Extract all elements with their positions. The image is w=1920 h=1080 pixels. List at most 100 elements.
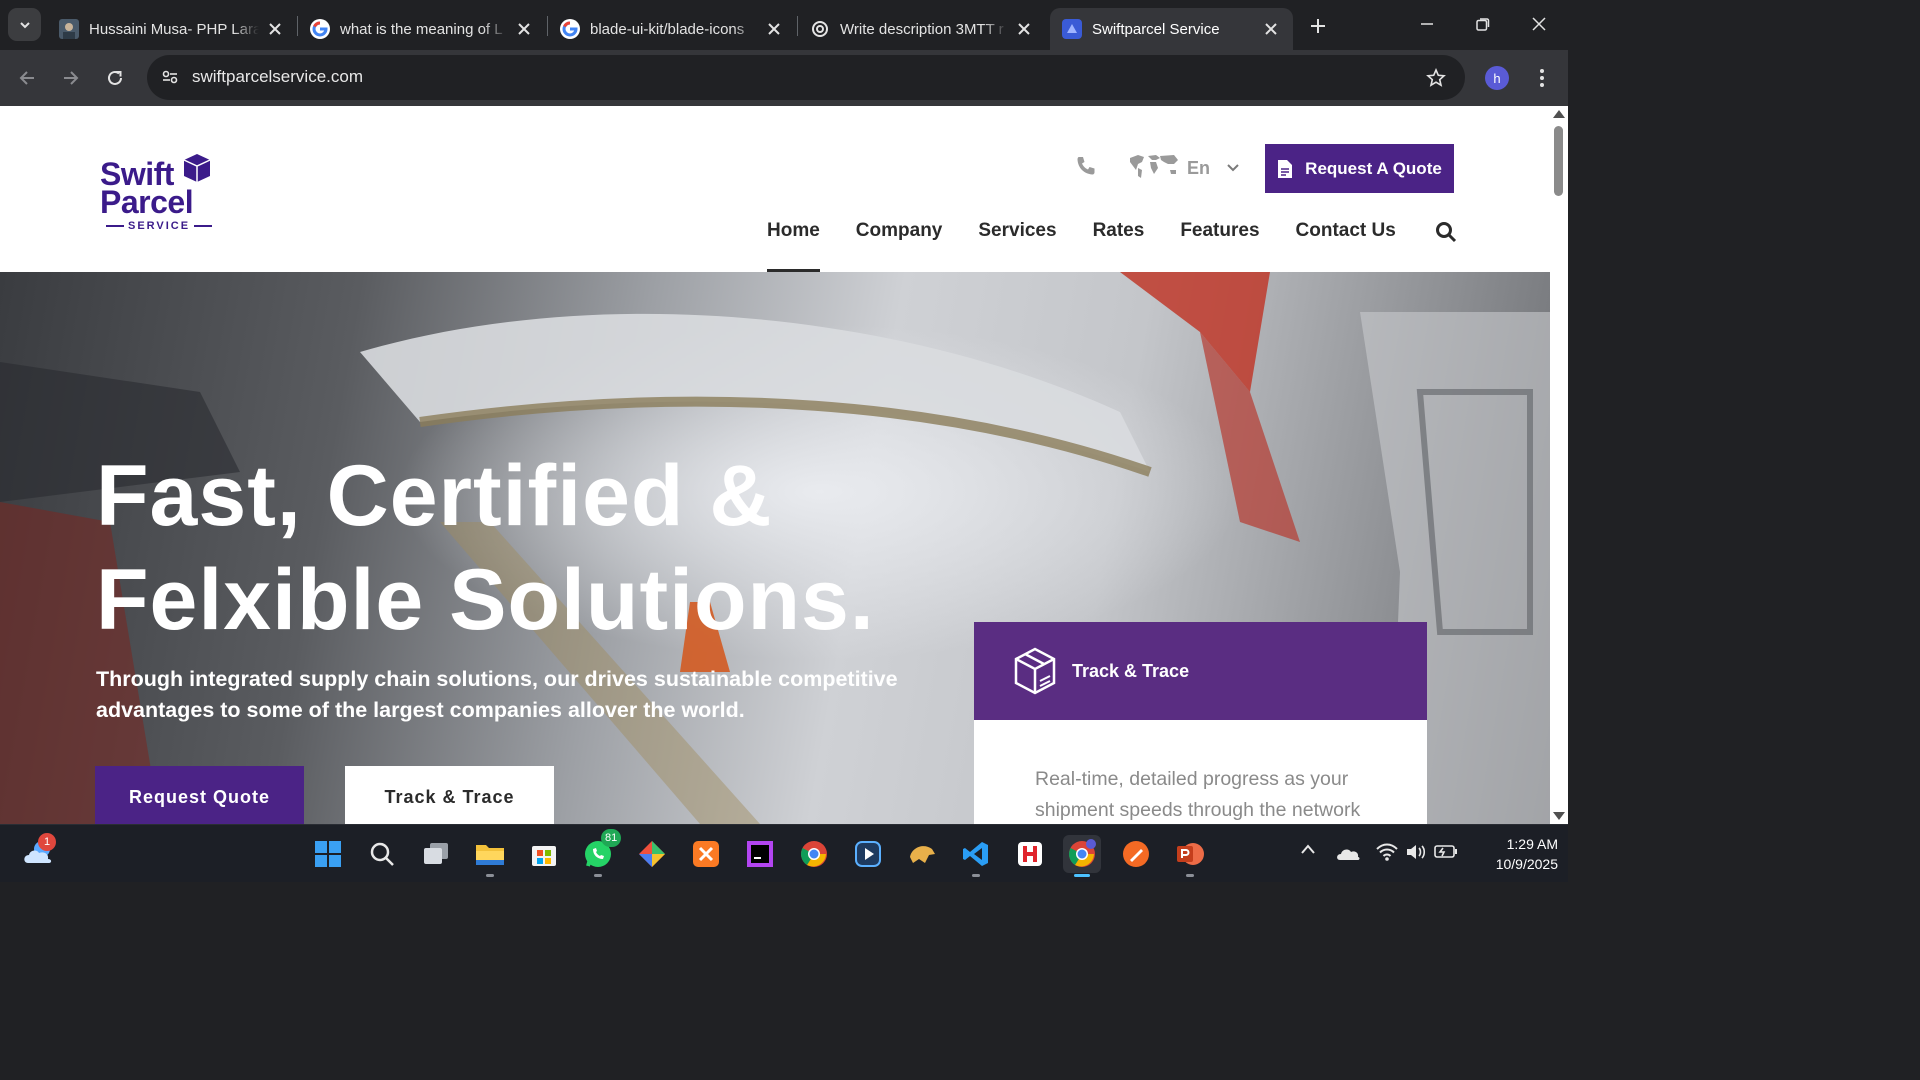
kebab-menu-icon <box>1540 69 1544 87</box>
hero-section: Fast, Certified & Felxible Solutions. Th… <box>0 272 1550 824</box>
close-icon[interactable] <box>1261 19 1281 39</box>
git-button[interactable] <box>633 835 671 873</box>
minimize-icon <box>1421 23 1433 25</box>
taskbar-search-button[interactable] <box>363 835 401 873</box>
browser-menu-button[interactable] <box>1530 66 1554 90</box>
browser-tab-3[interactable]: blade-ui-kit/blade-icons <box>548 8 796 50</box>
browser-tab-1[interactable]: Hussaini Musa- PHP Lara <box>47 8 297 50</box>
browser-toolbar: swiftparcelservice.com <box>0 50 1568 106</box>
battery-icon[interactable] <box>1434 843 1458 859</box>
hero-title-line-2: Felxible Solutions. <box>96 552 875 648</box>
tab-title: Swiftparcel Service <box>1092 20 1220 38</box>
show-hidden-icons-button[interactable] <box>1300 843 1316 855</box>
url-text: swiftparcelservice.com <box>192 67 363 86</box>
volume-icon[interactable] <box>1405 843 1427 861</box>
vscode-icon <box>963 842 988 866</box>
package-box-icon <box>1014 647 1056 695</box>
brush-app-button[interactable] <box>1117 835 1155 873</box>
chrome-active-button[interactable] <box>1063 835 1101 877</box>
new-tab-button[interactable] <box>1304 12 1332 40</box>
dbeaver-button[interactable] <box>903 835 941 873</box>
file-explorer-icon <box>476 845 504 865</box>
page-viewport: Swift Parcel SERVICE En Request A Quote … <box>0 106 1550 824</box>
nav-item-home[interactable]: Home <box>767 220 820 272</box>
chevron-down-icon[interactable] <box>1226 161 1240 175</box>
onedrive-icon[interactable] <box>1336 845 1360 861</box>
track-trace-card-title: Track & Trace <box>1072 660 1190 681</box>
powerpoint-icon <box>1177 843 1204 865</box>
avatar-favicon-icon <box>59 19 79 39</box>
close-icon[interactable] <box>265 19 285 39</box>
google-icon <box>310 19 330 39</box>
forward-button[interactable] <box>55 62 87 94</box>
browser-tab-5-active[interactable]: Swiftparcel Service <box>1050 8 1293 50</box>
phone-icon[interactable] <box>1074 154 1098 178</box>
parcel-box-icon <box>183 154 211 182</box>
task-view-button[interactable] <box>417 835 455 873</box>
track-trace-card[interactable]: Track & Trace Real-time, detailed progre… <box>974 622 1427 824</box>
clock-time: 1:29 AM <box>1506 836 1558 852</box>
nav-item-services[interactable]: Services <box>978 220 1056 272</box>
whatsapp-button[interactable]: 81 <box>579 829 622 877</box>
world-map-icon[interactable] <box>1128 152 1180 180</box>
clock-date: 10/9/2025 <box>1495 856 1558 872</box>
store-icon <box>532 846 556 866</box>
media-player-button[interactable] <box>849 835 887 873</box>
minimize-button[interactable] <box>1404 6 1450 42</box>
reload-button[interactable] <box>99 62 131 94</box>
browser-tab-2[interactable]: what is the meaning of L <box>298 8 546 50</box>
vscode-button[interactable] <box>957 835 995 877</box>
browser-tab-4[interactable]: Write description 3MTT r <box>798 8 1046 50</box>
chrome-button[interactable] <box>795 835 833 873</box>
tab-title: blade-ui-kit/blade-icons <box>590 20 745 38</box>
site-info-icon[interactable] <box>157 64 183 90</box>
google-icon <box>560 19 580 39</box>
hero-track-trace-button[interactable]: Track & Trace <box>345 766 554 824</box>
xampp-button[interactable] <box>687 835 725 873</box>
running-indicator <box>594 874 602 877</box>
hero-title: Fast, Certified & Felxible Solutions. <box>96 444 875 652</box>
track-trace-card-header: Track & Trace <box>974 622 1427 720</box>
site-logo[interactable]: Swift Parcel SERVICE <box>98 150 218 234</box>
close-icon[interactable] <box>1014 19 1034 39</box>
close-icon[interactable] <box>514 19 534 39</box>
weather-widget[interactable]: 1 <box>22 833 58 872</box>
hero-title-line-1: Fast, Certified & <box>96 448 773 544</box>
media-player-icon <box>855 841 881 867</box>
restore-button[interactable] <box>1460 6 1506 42</box>
running-indicator <box>1074 874 1090 877</box>
scroll-up-arrow-icon[interactable] <box>1553 110 1565 118</box>
profile-avatar[interactable]: h <box>1485 66 1509 90</box>
scrollbar-thumb[interactable] <box>1554 126 1563 196</box>
nav-item-features[interactable]: Features <box>1180 220 1259 272</box>
back-button[interactable] <box>11 62 43 94</box>
search-icon[interactable] <box>1435 221 1457 243</box>
hero-subtitle: Through integrated supply chain solution… <box>96 667 898 722</box>
windows-taskbar: 1 81 1:29 AM 10/9/2025 <box>0 824 1568 882</box>
address-bar[interactable]: swiftparcelservice.com <box>147 55 1465 100</box>
close-icon[interactable] <box>764 19 784 39</box>
system-clock[interactable]: 1:29 AM 10/9/2025 <box>1468 834 1558 874</box>
powerpoint-button[interactable] <box>1171 835 1209 877</box>
chevron-down-icon <box>19 21 30 28</box>
request-a-quote-button[interactable]: Request A Quote <box>1265 144 1454 193</box>
heidisql-button[interactable] <box>1011 835 1049 873</box>
document-icon <box>1278 159 1293 178</box>
nav-item-rates[interactable]: Rates <box>1093 220 1145 272</box>
close-window-button[interactable] <box>1516 6 1562 42</box>
file-explorer-button[interactable] <box>471 835 509 877</box>
tab-search-button[interactable] <box>8 8 41 41</box>
microsoft-store-button[interactable] <box>525 835 563 873</box>
nav-item-company[interactable]: Company <box>856 220 943 272</box>
wifi-icon[interactable] <box>1376 843 1398 861</box>
phpstorm-button[interactable] <box>741 835 779 873</box>
page-scrollbar[interactable] <box>1550 106 1568 824</box>
bookmark-star-button[interactable] <box>1423 65 1449 91</box>
phpstorm-icon <box>747 841 773 867</box>
start-button[interactable] <box>309 835 347 873</box>
scroll-down-arrow-icon[interactable] <box>1553 812 1565 820</box>
language-selector[interactable]: En <box>1187 158 1210 179</box>
hero-request-quote-button[interactable]: Request Quote <box>95 766 304 824</box>
nav-item-contact-us[interactable]: Contact Us <box>1296 220 1396 272</box>
whatsapp-badge: 81 <box>601 829 622 847</box>
